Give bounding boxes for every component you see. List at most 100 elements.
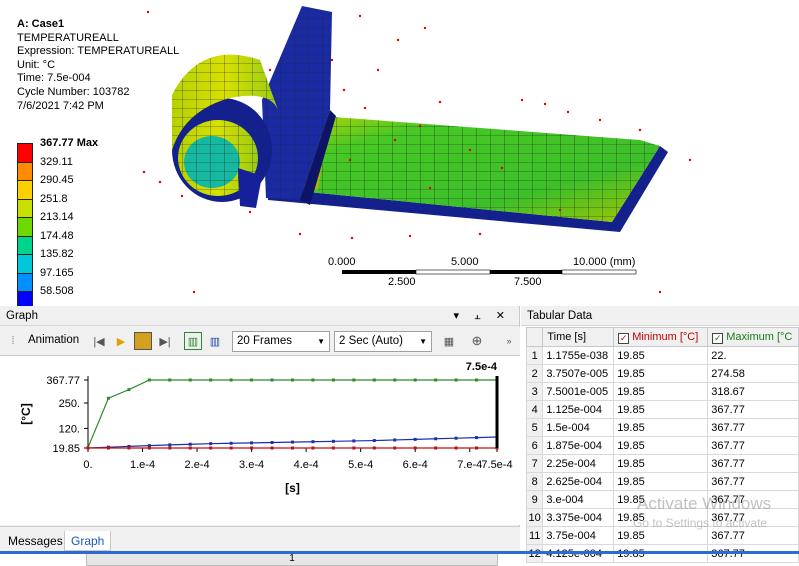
export-video-icon[interactable]: ▦ (440, 332, 458, 350)
temperature-chart: 19.85 120. 250. 367.77 0. 1.e-4 2.e-4 3.e-4 4.e-… (19, 361, 513, 495)
duration-select-value: 2 Sec (Auto) (339, 335, 403, 347)
table-row[interactable]: 3 7.5001e-005 19.85 318.67 (525, 382, 799, 401)
data-point (352, 439, 356, 443)
table-cell: 19.85 (613, 382, 709, 401)
data-point (86, 446, 90, 450)
data-point (127, 446, 131, 450)
data-point (352, 378, 356, 382)
info-line: Cycle Number: 103782 (17, 85, 130, 98)
data-point (106, 446, 110, 450)
info-line: Time: 7.5e-004 (17, 72, 91, 85)
x-tick-label: 4.e-4 (294, 459, 319, 471)
data-point (229, 441, 233, 445)
animation-progress-bar[interactable]: 1 (86, 552, 498, 566)
data-point (331, 439, 335, 443)
legend-swatch (17, 198, 33, 217)
skip-forward-icon[interactable]: ▶| (156, 332, 174, 350)
data-point (250, 378, 254, 382)
activation-watermark-sub: Go to Settings to activate (633, 516, 768, 530)
stop-icon[interactable] (134, 332, 152, 350)
row-index-cell: 9 (525, 490, 544, 509)
data-point (372, 439, 376, 443)
legend-swatch (17, 217, 33, 236)
tab-graph[interactable]: Graph (64, 531, 112, 551)
table-row[interactable]: 8 2.625e-004 19.85 367.77 (525, 472, 799, 491)
column-header-maximum[interactable]: ✓ Maximum [°C (707, 327, 799, 347)
legend-value: 97.165 (40, 266, 74, 279)
data-point (413, 437, 417, 441)
animation-toolbar: ⁞ Animation |◀ ▶ ▶| ▥ ▥ 20 Frames ▼ 2 Se… (0, 327, 520, 355)
table-cell: 1.875e-004 (542, 436, 615, 455)
x-tick-label: 0. (83, 459, 92, 471)
table-row[interactable]: 1 1.1755e-038 19.85 22. (525, 346, 799, 365)
x-tick-label: 5.e-4 (348, 459, 373, 471)
checkbox-icon[interactable]: ✓ (712, 332, 724, 344)
row-index-cell: 3 (525, 382, 544, 401)
data-point (393, 438, 397, 442)
tab-messages[interactable]: Messages (2, 531, 69, 551)
row-index-cell: 6 (525, 436, 544, 455)
x-tick-label: 2.e-4 (185, 459, 210, 471)
table-row[interactable]: 7 2.25e-004 19.85 367.77 (525, 454, 799, 473)
data-point (434, 446, 438, 450)
column-header-label: Maximum [°C (726, 330, 793, 343)
table-row[interactable]: 5 1.5e-004 19.85 367.77 (525, 418, 799, 437)
graph-panel-header: Graph ▾ ⫠ ✕ (0, 306, 519, 326)
data-point (270, 446, 274, 450)
table-cell: 7.5001e-005 (542, 382, 615, 401)
progress-label: 1 (289, 553, 295, 564)
data-point (250, 441, 254, 445)
legend-value: 174.48 (40, 229, 74, 242)
column-header-minimum[interactable]: ✓ Minimum [°C] (613, 327, 709, 347)
table-cell: 318.67 (707, 382, 799, 401)
data-point (434, 378, 438, 382)
skip-back-icon[interactable]: |◀ (90, 332, 108, 350)
table-row[interactable]: 6 1.875e-004 19.85 367.77 (525, 436, 799, 455)
x-tick-label: 1.e-4 (130, 459, 155, 471)
table-cell: 22. (707, 346, 799, 365)
legend-swatch (17, 180, 33, 199)
legend-band: 58.508 (17, 285, 74, 306)
graph-panel: Graph ▾ ⫠ ✕ ⁞ Animation |◀ ▶ ▶| ▥ ▥ 20 F… (0, 306, 520, 566)
data-point (311, 378, 315, 382)
data-point (147, 378, 151, 382)
legend-swatch (17, 143, 33, 162)
panel-window-controls[interactable]: ▾ ⫠ ✕ (453, 306, 511, 326)
info-line: Unit: °C (17, 58, 56, 71)
column-header-time[interactable]: Time [s] (542, 327, 615, 347)
tabular-data-panel: Tabular Data Time [s] ✓ Minimum [°C] ✓ Max… (521, 306, 799, 563)
play-icon[interactable]: ▶ (112, 332, 130, 350)
data-point (311, 446, 315, 450)
table-row[interactable]: 4 1.125e-004 19.85 367.77 (525, 400, 799, 419)
duration-select[interactable]: 2 Sec (Auto) ▼ (334, 331, 432, 352)
table-row[interactable]: 2 3.7507e-005 19.85 274.58 (525, 364, 799, 383)
distributed-frames-icon[interactable]: ▥ (184, 332, 202, 350)
table-cell: 367.77 (707, 472, 799, 491)
frames-select[interactable]: 20 Frames ▼ (232, 331, 330, 352)
chevron-down-icon: ▼ (419, 337, 427, 346)
result-sets-icon[interactable]: ▥ (206, 332, 224, 350)
toolbar-overflow-icon[interactable]: » (500, 332, 518, 350)
x-tick-label: 7.e-4 (457, 459, 482, 471)
data-point (413, 378, 417, 382)
x-axis-label: [s] (285, 481, 300, 495)
data-point (454, 378, 458, 382)
model-viewport[interactable]: A: Case1 TEMPERATUREALL Expression: TEMP… (0, 0, 799, 306)
time-marker-label: 7.5e-4 (466, 361, 498, 373)
legend-swatch (17, 291, 33, 306)
data-point (311, 440, 315, 444)
legend-band: 251.8 (17, 193, 68, 217)
data-point (270, 440, 274, 444)
table-header-row: Time [s] ✓ Minimum [°C] ✓ Maximum [°C (525, 327, 799, 347)
table-cell: 19.85 (613, 400, 709, 419)
checkbox-icon[interactable]: ✓ (618, 332, 630, 344)
legend-band: 290.45 (17, 174, 74, 199)
y-tick-label: 120. (59, 423, 80, 435)
row-index-header (525, 327, 544, 347)
legend-value: 290.45 (40, 174, 74, 186)
row-index-cell: 8 (525, 472, 544, 491)
data-point (209, 378, 213, 382)
data-point (168, 443, 172, 447)
row-index-cell: 1 (525, 346, 544, 365)
zoom-icon[interactable]: ⊕ (468, 332, 486, 350)
